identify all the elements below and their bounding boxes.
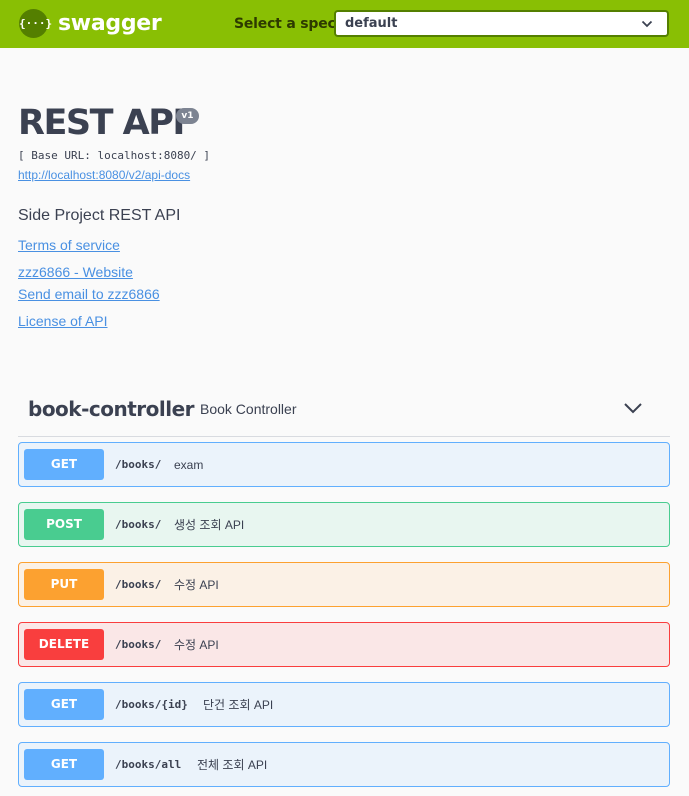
operation-path: /books/ — [115, 578, 162, 591]
spec-select-value: default — [345, 16, 398, 31]
spec-select[interactable]: default — [334, 10, 669, 37]
website-link[interactable]: zzz6866 - Website — [18, 263, 133, 281]
method-badge: DELETE — [24, 629, 104, 660]
tag-header-book-controller[interactable]: book-controller Book Controller — [18, 388, 670, 437]
operation-path: /books/ — [115, 458, 162, 471]
spec-select-label: Select a spec — [234, 16, 336, 32]
version-badge: v1 — [176, 108, 199, 124]
operation-summary: exam — [174, 458, 204, 472]
method-badge: GET — [24, 689, 104, 720]
method-badge: POST — [24, 509, 104, 540]
api-title: REST API — [18, 103, 185, 143]
operation-get-all-books[interactable]: GET /books/all 전체 조회 API — [18, 742, 670, 787]
brand-name[interactable]: swagger — [58, 10, 162, 38]
method-badge: GET — [24, 749, 104, 780]
method-badge: GET — [24, 449, 104, 480]
operation-delete-books[interactable]: DELETE /books/ 수정 API — [18, 622, 670, 667]
operation-summary: 수정 API — [174, 638, 219, 652]
operation-get-book-by-id[interactable]: GET /books/{id} 단건 조회 API — [18, 682, 670, 727]
email-link[interactable]: Send email to zzz6866 — [18, 285, 160, 303]
operation-post-books[interactable]: POST /books/ 생성 조회 API — [18, 502, 670, 547]
tag-description: Book Controller — [200, 401, 297, 417]
operation-path: /books/ — [115, 518, 162, 531]
operation-summary: 전체 조회 API — [197, 758, 268, 772]
license-link[interactable]: License of API — [18, 312, 108, 330]
operation-path: /books/ — [115, 638, 162, 651]
swagger-logo-icon[interactable]: {···} — [19, 9, 52, 38]
terms-of-service-link[interactable]: Terms of service — [18, 236, 120, 254]
operation-summary: 단건 조회 API — [203, 698, 274, 712]
operation-summary: 수정 API — [174, 578, 219, 592]
operation-summary: 생성 조회 API — [174, 518, 245, 532]
operation-path: /books/{id} — [115, 698, 188, 711]
chevron-down-icon[interactable] — [622, 400, 644, 416]
api-description: Side Project REST API — [18, 207, 181, 224]
tag-name: book-controller — [28, 397, 195, 421]
operation-path: /books/all — [115, 758, 182, 771]
topbar: {···} swagger Select a spec default — [0, 0, 689, 48]
operation-put-books[interactable]: PUT /books/ 수정 API — [18, 562, 670, 607]
operation-get-books[interactable]: GET /books/ exam — [18, 442, 670, 487]
chevron-down-icon — [641, 20, 653, 28]
method-badge: PUT — [24, 569, 104, 600]
base-url: [ Base URL: localhost:8080/ ] — [18, 149, 211, 162]
api-docs-link[interactable]: http://localhost:8080/v2/api-docs — [18, 168, 190, 183]
